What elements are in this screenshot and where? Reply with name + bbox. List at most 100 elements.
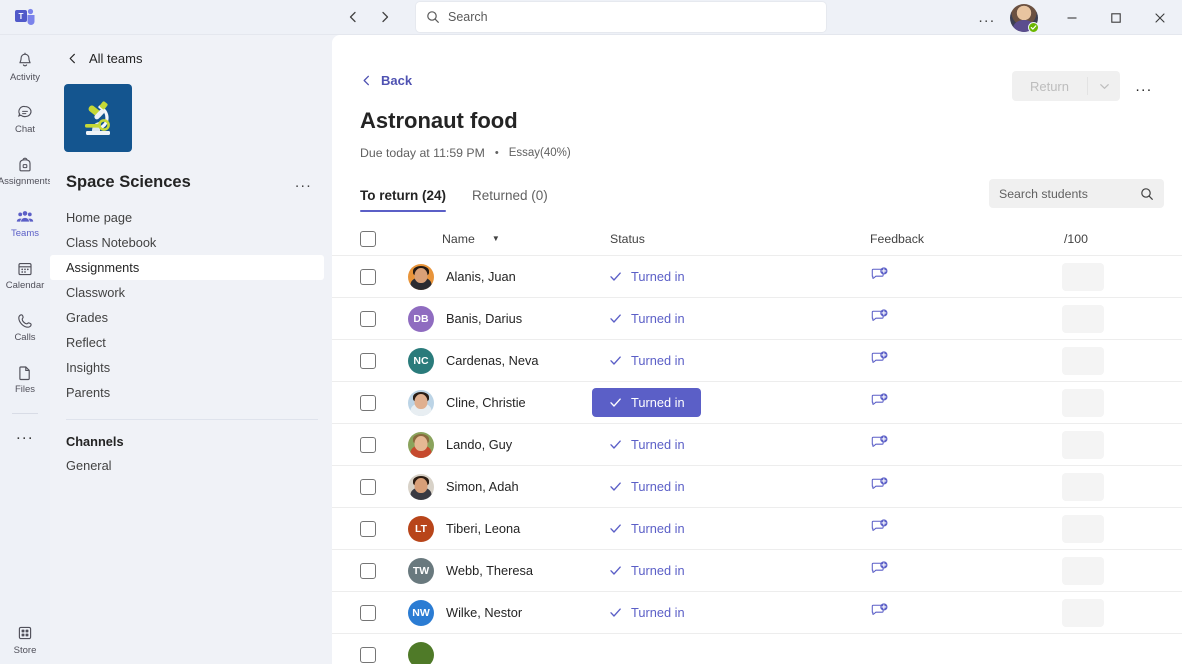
team-more-options-button[interactable]: ... <box>291 172 316 193</box>
back-nav-button[interactable] <box>340 4 366 30</box>
row-checkbox[interactable] <box>360 647 376 663</box>
student-name-cell[interactable]: Alanis, Juan <box>408 264 608 290</box>
column-header-name[interactable]: Name ▼ <box>408 232 608 246</box>
grade-input[interactable] <box>1062 347 1104 375</box>
grade-input[interactable] <box>1062 431 1104 459</box>
row-checkbox[interactable] <box>360 353 376 369</box>
add-feedback-button[interactable] <box>870 560 889 582</box>
status-badge[interactable]: Turned in <box>608 353 685 368</box>
status-badge[interactable]: Turned in <box>608 563 685 578</box>
rail-item-calls[interactable]: Calls <box>0 303 50 351</box>
tab-to-return[interactable]: To return (24) <box>360 188 446 212</box>
student-name-cell[interactable]: NWWilke, Nestor <box>408 600 608 626</box>
row-checkbox[interactable] <box>360 395 376 411</box>
add-feedback-button[interactable] <box>870 308 889 330</box>
table-row-partial[interactable] <box>332 634 1182 664</box>
add-feedback-button[interactable] <box>870 392 889 414</box>
table-row[interactable]: Cline, ChristieTurned in <box>332 382 1182 424</box>
tab-returned[interactable]: Returned (0) <box>472 188 548 212</box>
grade-input[interactable] <box>1062 473 1104 501</box>
add-feedback-button[interactable] <box>870 266 889 288</box>
user-avatar[interactable] <box>1010 4 1038 32</box>
status-badge[interactable]: Turned in <box>608 437 685 452</box>
row-checkbox[interactable] <box>360 521 376 537</box>
row-checkbox[interactable] <box>360 563 376 579</box>
close-button[interactable] <box>1138 0 1182 35</box>
row-checkbox[interactable] <box>360 479 376 495</box>
row-checkbox[interactable] <box>360 311 376 327</box>
status-badge[interactable]: Turned in <box>608 479 685 494</box>
app-settings-more-button[interactable]: ... <box>972 3 1002 33</box>
sidebar-item-assignments[interactable]: Assignments <box>50 255 324 280</box>
student-name-cell[interactable]: NCCardenas, Neva <box>408 348 608 374</box>
row-checkbox[interactable] <box>360 269 376 285</box>
grade-input[interactable] <box>1062 557 1104 585</box>
global-search-input[interactable]: Search <box>416 2 826 32</box>
sidebar-item-class-notebook[interactable]: Class Notebook <box>50 230 328 255</box>
sidebar-item-reflect[interactable]: Reflect <box>50 330 328 355</box>
table-row[interactable]: Simon, AdahTurned in <box>332 466 1182 508</box>
forward-nav-button[interactable] <box>372 4 398 30</box>
grade-input[interactable] <box>1062 515 1104 543</box>
rail-more-apps-button[interactable]: ... <box>0 420 50 450</box>
table-row[interactable]: Alanis, JuanTurned in <box>332 256 1182 298</box>
row-checkbox[interactable] <box>360 437 376 453</box>
status-badge[interactable]: Turned in <box>608 269 685 284</box>
select-all-checkbox[interactable] <box>360 231 376 247</box>
status-badge[interactable]: Turned in <box>608 605 685 620</box>
rail-item-chat[interactable]: Chat <box>0 95 50 143</box>
student-name-cell[interactable]: TWWebb, Theresa <box>408 558 608 584</box>
rail-item-store[interactable]: Store <box>0 623 50 656</box>
add-feedback-button[interactable] <box>870 476 889 498</box>
table-row[interactable]: DBBanis, DariusTurned in <box>332 298 1182 340</box>
back-link[interactable]: Back <box>332 35 412 88</box>
table-row[interactable]: NCCardenas, NevaTurned in <box>332 340 1182 382</box>
student-search-input[interactable]: Search students <box>989 179 1164 208</box>
rail-item-teams[interactable]: Teams <box>0 199 50 247</box>
channel-item-general[interactable]: General <box>50 453 332 478</box>
grade-input[interactable] <box>1062 305 1104 333</box>
all-teams-link[interactable]: All teams <box>50 35 332 66</box>
sidebar-item-insights[interactable]: Insights <box>50 355 328 380</box>
status-badge[interactable]: Turned in <box>608 521 685 536</box>
minimize-button[interactable] <box>1050 0 1094 35</box>
grade-input[interactable] <box>1062 263 1104 291</box>
status-badge[interactable]: Turned in <box>608 311 685 326</box>
rail-item-assignments[interactable]: Assignments <box>0 147 50 195</box>
sort-descending-caret-icon: ▼ <box>492 234 500 243</box>
maximize-button[interactable] <box>1094 0 1138 35</box>
table-row[interactable]: TWWebb, TheresaTurned in <box>332 550 1182 592</box>
rail-item-activity[interactable]: Activity <box>0 43 50 91</box>
student-name-cell[interactable]: Simon, Adah <box>408 474 608 500</box>
grade-input[interactable] <box>1062 599 1104 627</box>
row-checkbox[interactable] <box>360 605 376 621</box>
return-button[interactable]: Return <box>1012 71 1087 101</box>
return-dropdown-button[interactable] <box>1088 71 1120 101</box>
add-feedback-button[interactable] <box>870 602 889 624</box>
add-feedback-button[interactable] <box>870 350 889 372</box>
status-cell: Turned in <box>608 269 870 284</box>
student-name-cell[interactable]: Lando, Guy <box>408 432 608 458</box>
student-name-cell[interactable]: LTTiberi, Leona <box>408 516 608 542</box>
table-row[interactable]: LTTiberi, LeonaTurned in <box>332 508 1182 550</box>
sidebar-item-home-page[interactable]: Home page <box>50 205 328 230</box>
search-icon <box>426 10 440 24</box>
sidebar-item-classwork[interactable]: Classwork <box>50 280 328 305</box>
status-cell: Turned in <box>608 563 870 578</box>
student-name: Tiberi, Leona <box>446 521 520 536</box>
student-name-cell[interactable] <box>408 642 608 664</box>
add-feedback-button[interactable] <box>870 434 889 456</box>
table-row[interactable]: NWWilke, NestorTurned in <box>332 592 1182 634</box>
rail-item-files[interactable]: Files <box>0 355 50 403</box>
grade-input[interactable] <box>1062 389 1104 417</box>
add-feedback-button[interactable] <box>870 518 889 540</box>
status-badge-selected[interactable]: Turned in <box>592 388 701 417</box>
team-avatar-tile[interactable] <box>64 84 132 152</box>
table-row[interactable]: Lando, GuyTurned in <box>332 424 1182 466</box>
rail-item-calendar[interactable]: Calendar <box>0 251 50 299</box>
sidebar-item-grades[interactable]: Grades <box>50 305 328 330</box>
sidebar-item-parents[interactable]: Parents <box>50 380 328 405</box>
assignment-more-options-button[interactable]: ... <box>1130 71 1158 101</box>
student-name-cell[interactable]: DBBanis, Darius <box>408 306 608 332</box>
student-name-cell[interactable]: Cline, Christie <box>408 390 608 416</box>
